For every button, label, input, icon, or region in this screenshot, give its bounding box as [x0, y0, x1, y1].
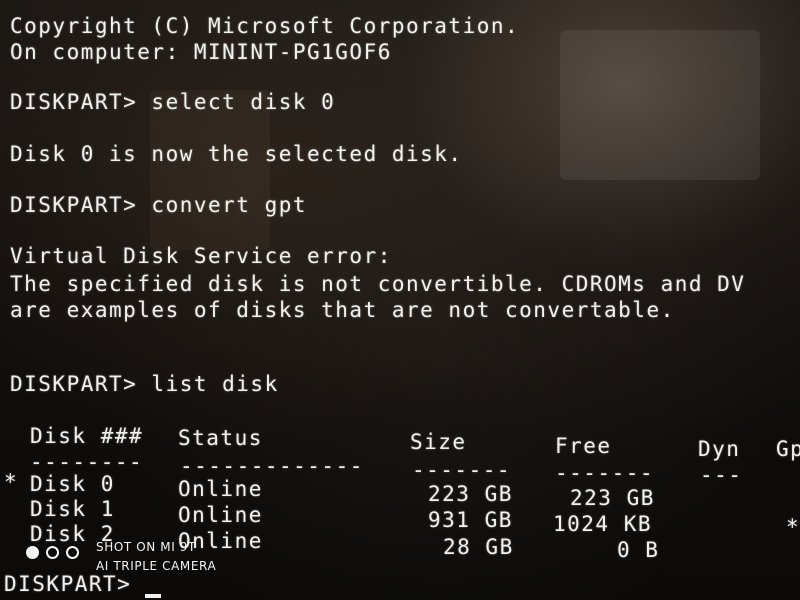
text-cursor — [145, 594, 161, 598]
error-message-line-1: The specified disk is not convertible. C… — [10, 272, 746, 296]
header-dyn: Dyn — [698, 437, 741, 461]
photo-of-command-prompt: Copyright (C) Microsoft Corporation. On … — [0, 0, 800, 600]
camera-logo-icon — [26, 546, 92, 562]
header-size: Size — [410, 430, 467, 454]
row-gpt-marker: * — [786, 515, 800, 539]
separator-size: ------- — [412, 458, 512, 482]
separator-disk: -------- — [30, 450, 144, 474]
row-free: 0 B — [617, 538, 660, 562]
row-free: 223 GB — [570, 486, 655, 510]
row-size: 931 GB — [428, 508, 513, 532]
command-list-disk: DISKPART> list disk — [10, 372, 279, 396]
row-status: Online — [178, 477, 263, 501]
command-convert-gpt: DISKPART> convert gpt — [10, 193, 308, 217]
row-disk-name: Disk 0 — [30, 472, 115, 496]
watermark-camera: AI TRIPLE CAMERA — [96, 559, 217, 573]
row-free: 1024 KB — [553, 512, 653, 536]
glare-top-right — [560, 30, 760, 180]
separator-free: ------- — [555, 461, 655, 485]
error-title: Virtual Disk Service error: — [10, 244, 392, 268]
watermark-device: SHOT ON MI 9T — [96, 540, 196, 554]
selected-disk-message: Disk 0 is now the selected disk. — [10, 142, 463, 166]
header-disk: Disk ### — [30, 424, 144, 448]
header-status: Status — [178, 426, 263, 450]
header-gpt: Gp — [776, 437, 800, 461]
copyright-line: Copyright (C) Microsoft Corporation. — [10, 14, 520, 38]
command-select-disk: DISKPART> select disk 0 — [10, 90, 336, 114]
row-status: Online — [178, 503, 263, 527]
header-free: Free — [555, 434, 612, 458]
glare-mid — [150, 90, 270, 250]
command-prompt[interactable]: DISKPART> — [4, 572, 145, 596]
row-selected-marker: * — [4, 470, 19, 494]
computer-name-line: On computer: MININT-PG1GOF6 — [10, 40, 392, 64]
row-size: 28 GB — [443, 535, 514, 559]
row-disk-name: Disk 1 — [30, 497, 115, 521]
row-size: 223 GB — [428, 482, 513, 506]
separator-dyn: --- — [700, 463, 743, 487]
separator-status: ------------- — [180, 454, 364, 478]
error-message-line-2: are examples of disks that are not conve… — [10, 298, 675, 322]
